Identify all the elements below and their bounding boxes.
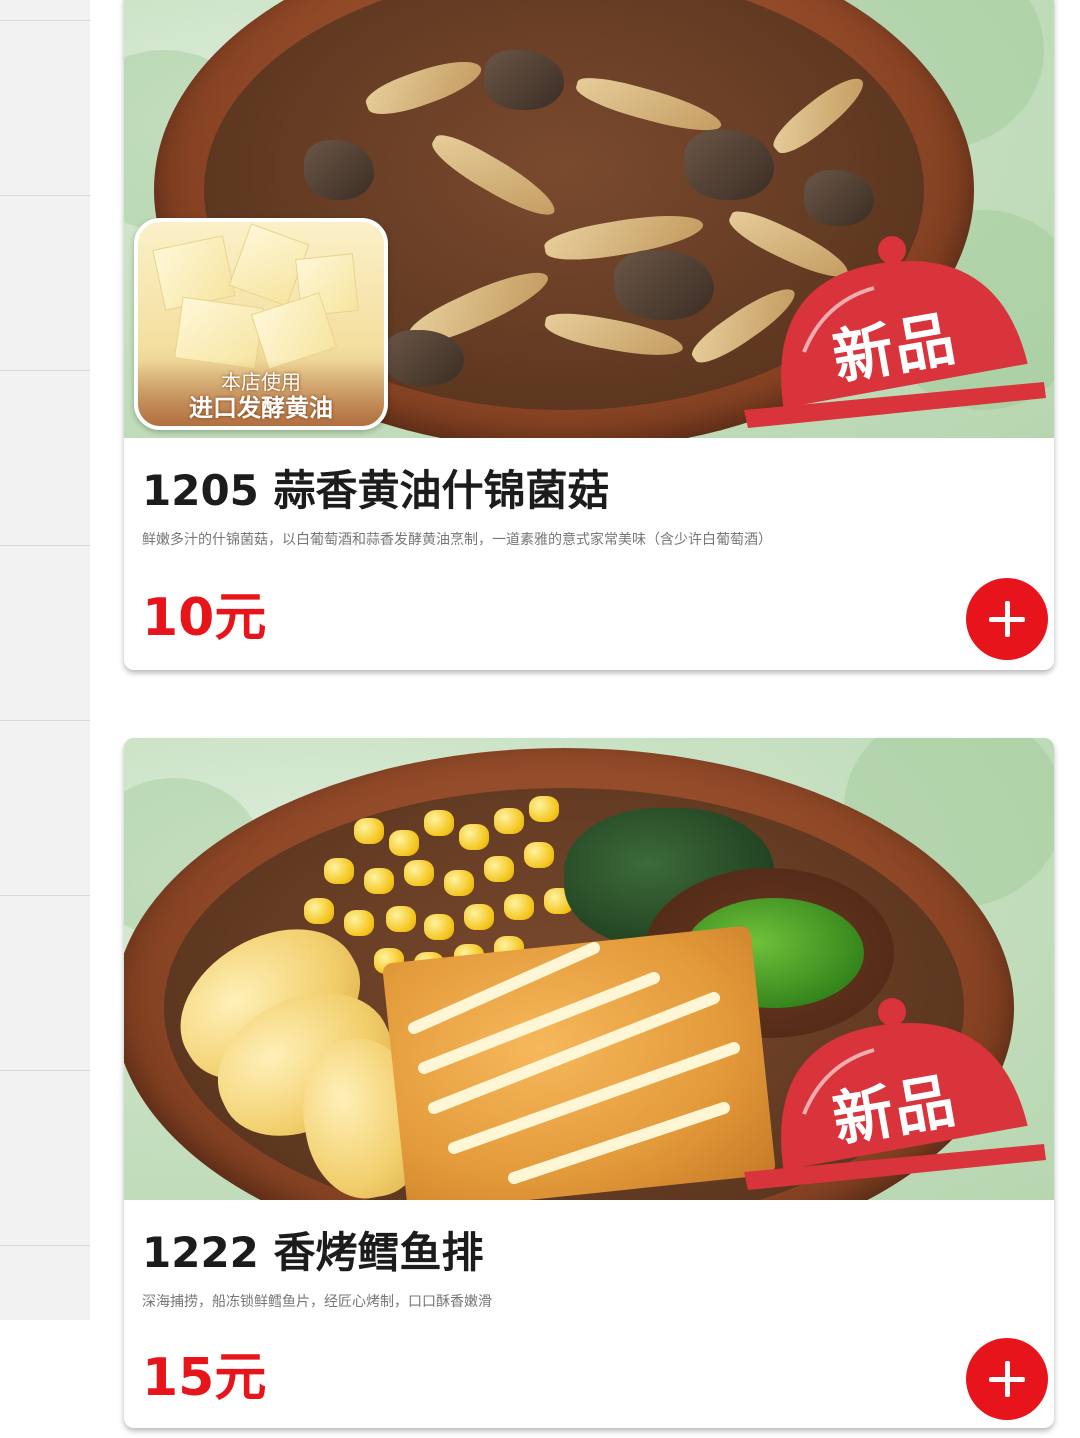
corn-kernel: [444, 870, 474, 896]
corn-kernel: [504, 894, 534, 920]
dish-price: 10元: [142, 588, 267, 648]
dish-photo: 新品: [124, 738, 1054, 1200]
sidebar-divider: [0, 1070, 90, 1071]
corn-kernel: [364, 868, 394, 894]
dish-price: 15元: [142, 1348, 267, 1408]
dish-title: 1205 蒜香黄油什锦菌菇: [142, 466, 610, 515]
corn-kernel: [424, 810, 454, 836]
sidebar-divider: [0, 1245, 90, 1246]
new-item-badge: 新品: [734, 994, 1054, 1194]
sidebar-divider: [0, 195, 90, 196]
category-sidebar[interactable]: [0, 0, 90, 1320]
corn-kernel: [404, 860, 434, 886]
dish-description: 深海捕捞，船冻锁鲜鳕鱼片，经匠心烤制，口口酥香嫩滑: [142, 1294, 492, 1310]
sidebar-divider: [0, 20, 90, 21]
corn-kernel: [354, 818, 384, 844]
sidebar-divider: [0, 720, 90, 721]
corn-kernel: [464, 904, 494, 930]
corn-kernel: [484, 856, 514, 882]
sidebar-divider: [0, 370, 90, 371]
corn-kernel: [386, 906, 416, 932]
badge-caption-line1: 本店使用: [221, 370, 301, 394]
menu-card[interactable]: 本店使用 进口发酵黄油 新品 1205 蒜香黄油什锦菌菇 鲜嫩多汁的什锦菌菇，以…: [124, 0, 1054, 670]
menu-card[interactable]: 新品 1222 香烤鳕鱼排 深海捕捞，船冻锁鲜鳕鱼片，经匠心烤制，口口酥香嫩滑 …: [124, 738, 1054, 1428]
dish-description: 鲜嫩多汁的什锦菌菇，以白葡萄酒和蒜香发酵黄油烹制，一道素雅的意式家常美味（含少许…: [142, 532, 772, 548]
badge-caption: 本店使用 进口发酵黄油: [138, 360, 384, 426]
add-to-cart-button[interactable]: [966, 578, 1048, 660]
corn-kernel: [344, 910, 374, 936]
plus-icon: [1004, 1361, 1010, 1397]
dish-title: 1222 香烤鳕鱼排: [142, 1228, 484, 1277]
corn-kernel: [324, 858, 354, 884]
menu-screen: 本店使用 进口发酵黄油 新品 1205 蒜香黄油什锦菌菇 鲜嫩多汁的什锦菌菇，以…: [0, 0, 1080, 1438]
corn-kernel: [304, 898, 334, 924]
sidebar-divider: [0, 545, 90, 546]
corn-kernel: [389, 830, 419, 856]
add-to-cart-button[interactable]: [966, 1338, 1048, 1420]
plus-icon: [1004, 601, 1010, 637]
corn-kernel: [524, 842, 554, 868]
badge-caption-line2: 进口发酵黄油: [189, 394, 333, 422]
corn-kernel: [459, 824, 489, 850]
imported-butter-badge: 本店使用 进口发酵黄油: [134, 218, 388, 430]
mayo-drizzle: [408, 942, 740, 1184]
card-body: 1222 香烤鳕鱼排 深海捕捞，船冻锁鲜鳕鱼片，经匠心烤制，口口酥香嫩滑 15元: [124, 1200, 1054, 1420]
sidebar-divider: [0, 895, 90, 896]
corn-kernel: [494, 808, 524, 834]
new-item-badge: 新品: [734, 232, 1054, 432]
card-body: 1205 蒜香黄油什锦菌菇 鲜嫩多汁的什锦菌菇，以白葡萄酒和蒜香发酵黄油烹制，一…: [124, 438, 1054, 660]
dish-photo: 本店使用 进口发酵黄油 新品: [124, 0, 1054, 438]
butter-cube: [174, 296, 264, 370]
corn-kernel: [424, 914, 454, 940]
corn-kernel: [529, 796, 559, 822]
